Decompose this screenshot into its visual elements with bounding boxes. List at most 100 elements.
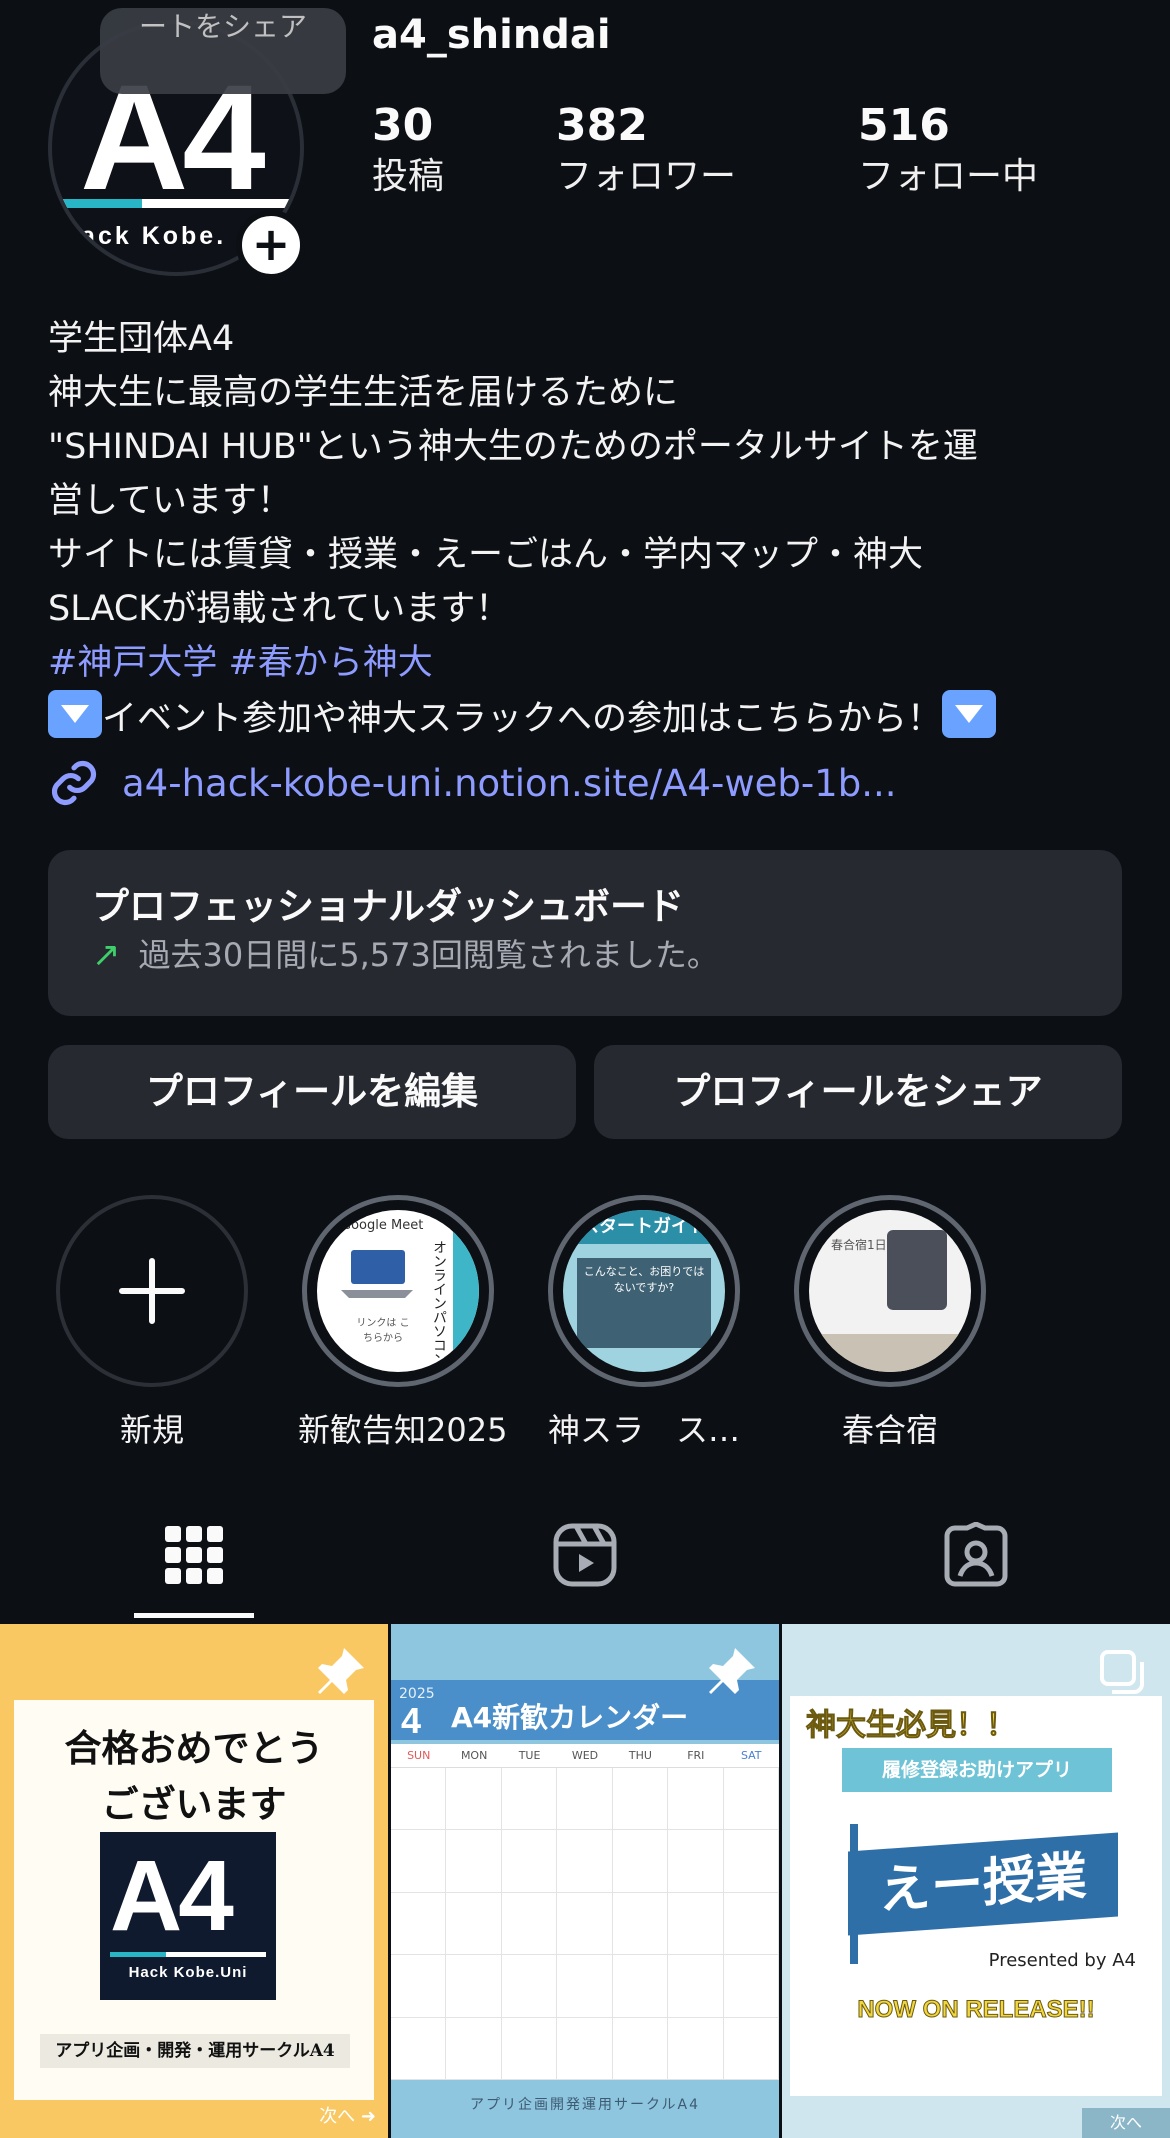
calendar-cell	[557, 1768, 613, 1831]
calendar-cell	[391, 1892, 447, 1956]
calendar-cell	[612, 1830, 669, 1893]
highlight-new[interactable]: 新規	[52, 1195, 252, 1451]
calendar-weekday: THU	[628, 1749, 652, 1762]
calendar-cell	[668, 1892, 724, 1956]
dashboard-title: プロフェッショナルダッシュボード	[92, 885, 684, 928]
highlight-label: 新歓告知2025	[298, 1411, 508, 1449]
stat-label: 投稿	[372, 156, 445, 197]
pin-icon	[709, 1648, 755, 1694]
tab-posts-grid[interactable]	[134, 1515, 254, 1595]
followers-count[interactable]: 382 フォロワー	[556, 100, 736, 202]
calendar-cell	[557, 1830, 613, 1893]
calendar-cell	[446, 1830, 502, 1893]
laptop-icon	[341, 1250, 413, 1298]
highlight-cover-image: Google Meet オンラインパソコン リンクは こちらから	[317, 1210, 479, 1372]
username: a4_shindai	[372, 12, 611, 58]
calendar-weekday: MON	[460, 1749, 488, 1762]
post-headline: 神大生必見！！	[806, 1708, 1017, 1744]
calendar-cell	[723, 1768, 779, 1831]
share-tooltip: ートをシェア	[100, 8, 346, 94]
cover-text: Google Meet	[341, 1218, 424, 1233]
highlight-ring: 春合宿1日目	[794, 1195, 986, 1387]
professional-dashboard[interactable]: プロフェッショナルダッシュボード ↗ 過去30日間に5,573回閲覧されました。	[48, 850, 1122, 1016]
stat-value: 382	[556, 100, 648, 151]
calendar-cell	[391, 2017, 447, 2080]
calendar-month: 4	[401, 1700, 422, 1741]
link-icon	[51, 760, 97, 806]
calendar-cell	[723, 2017, 779, 2080]
pin-icon	[318, 1648, 364, 1694]
calendar-cell	[668, 1830, 724, 1893]
post-footer: アプリ企画開発運用サークルA4	[469, 2097, 701, 2113]
bio-line: "SHINDAI HUB"という神大生のためのポータルサイトを運	[48, 427, 978, 467]
stat-value: 516	[858, 100, 950, 151]
bio-line: SLACKが掲載されています！	[48, 589, 511, 629]
highlight-shinsura[interactable]: スタートガイド こんなこと、お困りではないですか? 神スラ ス…	[544, 1195, 744, 1451]
stat-value: 30	[372, 100, 434, 151]
post-thumbnail[interactable]: 合格おめでとう ございます A4 Hack Kobe.Uni アプリ企画・開発・…	[0, 1624, 388, 2138]
next-indicator: 次へ ➜	[319, 2106, 376, 2127]
calendar-cell	[391, 1955, 447, 2018]
tab-reels[interactable]	[525, 1515, 645, 1595]
post-thumbnail[interactable]: 神大生必見！！ 履修登録お助けアプリ えー授業 Presented by A4 …	[782, 1624, 1170, 2138]
calendar-cell	[446, 2017, 502, 2080]
post-footer: アプリ企画・開発・運用サークルA4	[40, 2034, 350, 2068]
calendar-cell	[723, 1892, 779, 1956]
add-story-plus-icon[interactable]: +	[236, 210, 306, 280]
posts-count[interactable]: 30 投稿	[372, 100, 444, 202]
calendar-cell	[557, 2017, 613, 2080]
bio-event-text: イベント参加や神大スラックへの参加はこちらから！	[102, 699, 943, 739]
highlight-label: 新規	[119, 1411, 184, 1449]
stat-label: フォロー中	[858, 156, 1039, 197]
avatar-logo-bar	[62, 199, 292, 208]
following-count[interactable]: 516 フォロー中	[858, 100, 1038, 202]
cover-text: こんなこと、お困りではないですか?	[577, 1258, 711, 1348]
bio-line: 営しています！	[48, 481, 292, 521]
bio-hashtags[interactable]: #神戸大学 #春から神大	[48, 636, 1128, 690]
profile-avatar[interactable]: A4 Hack Kobe. + ートをシェア	[48, 8, 346, 280]
dashboard-stat: ↗ 過去30日間に5,573回閲覧されました。	[92, 930, 1078, 980]
tab-tagged[interactable]	[916, 1515, 1036, 1595]
edit-profile-button[interactable]: プロフィールを編集	[48, 1045, 576, 1139]
bio-line: 学生団体A4	[48, 319, 235, 359]
calendar-weekday: FRI	[687, 1749, 705, 1762]
bio-link[interactable]: a4-hack-kobe-uni.notion.site/A4-web-1b..…	[48, 757, 897, 809]
calendar-cell	[501, 2017, 558, 2080]
calendar-cell	[612, 1955, 669, 2018]
post-thumbnail[interactable]: 2025 4 A4新歓カレンダー SUN MON TUE WED THU FRI SAT ア…	[391, 1624, 779, 2138]
calendar-cell	[668, 2017, 724, 2080]
next-text: 次へ	[319, 2106, 356, 2127]
presented-by: Presented by A4	[988, 1950, 1136, 1971]
calendar-cells	[391, 1768, 779, 2080]
release-text: NOW ON RELEASE!!	[857, 1996, 1095, 2024]
calendar-cell	[501, 1768, 558, 1831]
calendar-cell	[501, 1892, 558, 1956]
bio-line: 神大生に最高の学生生活を届けるために	[48, 373, 679, 413]
calendar-cell	[557, 1892, 613, 1956]
post-headline-line: 合格おめでとう	[64, 1726, 324, 1770]
calendar-cell	[501, 1955, 558, 2018]
highlight-ring: スタートガイド こんなこと、お困りではないですか?	[548, 1195, 740, 1387]
calendar-cell	[446, 1892, 502, 1956]
down-arrow-emoji-icon	[48, 690, 102, 738]
next-indicator: 次へ >>>>	[1082, 2108, 1170, 2138]
calendar-cell	[557, 1955, 613, 2018]
logo-sub: Hack Kobe.Uni	[128, 1964, 248, 1981]
reels-icon	[553, 1523, 617, 1587]
calendar-weekday: TUE	[518, 1749, 541, 1762]
calendar-weekday: WED	[571, 1749, 599, 1762]
logo-text: A4	[110, 1840, 234, 1952]
highlight-ring: Google Meet オンラインパソコン リンクは こちらから	[302, 1195, 494, 1387]
calendar-weekdays: SUN MON TUE WED THU FRI SAT	[391, 1744, 779, 1768]
stat-label: フォロワー	[556, 156, 737, 197]
bio-link-text: a4-hack-kobe-uni.notion.site/A4-web-1b..…	[122, 761, 897, 805]
highlight-spring-camp[interactable]: 春合宿1日目 春合宿	[790, 1195, 990, 1451]
calendar-cell	[391, 1830, 447, 1893]
post-ribbon: 履修登録お助けアプリ	[842, 1748, 1112, 1792]
highlight-cover-image: スタートガイド こんなこと、お困りではないですか?	[563, 1210, 725, 1372]
bio: 学生団体A4 神大生に最高の学生生活を届けるために "SHINDAI HUB"と…	[48, 312, 1128, 746]
share-profile-button[interactable]: プロフィールをシェア	[594, 1045, 1122, 1139]
highlight-shinkan[interactable]: Google Meet オンラインパソコン リンクは こちらから 新歓告知202…	[298, 1195, 508, 1451]
calendar-weekday: SAT	[740, 1749, 762, 1762]
post-headline: 合格おめでとう ございます	[0, 1720, 388, 1832]
